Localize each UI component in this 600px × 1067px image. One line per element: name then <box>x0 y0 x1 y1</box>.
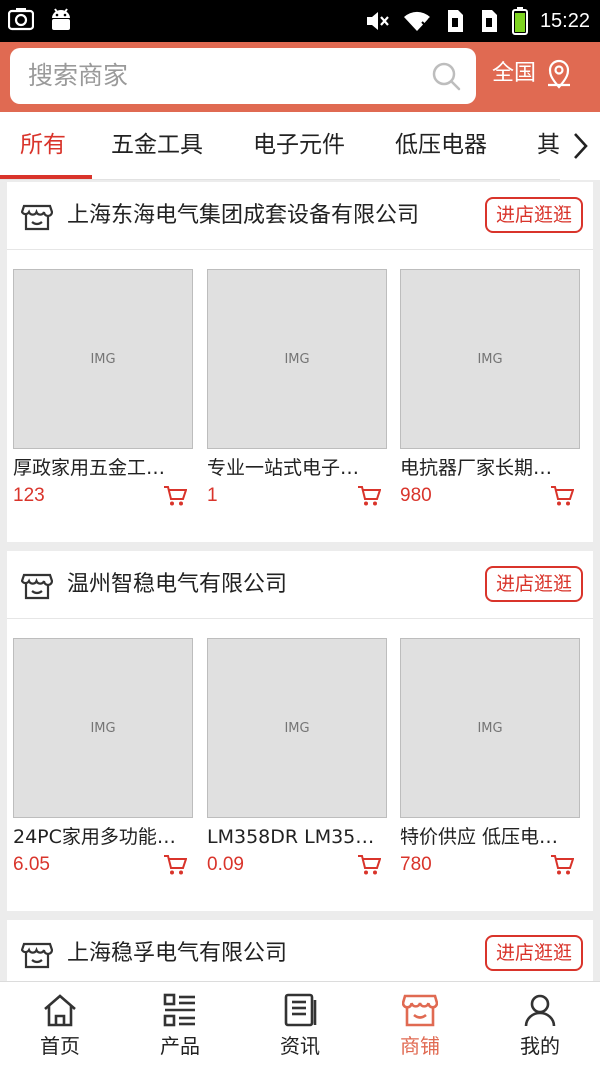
region-label: 全国 <box>492 61 537 86</box>
category-tabs: 所有 五金工具 电子元件 低压电器 其 <box>0 112 600 180</box>
product-price: 1 <box>207 485 218 506</box>
product-image[interactable]: IMG <box>400 269 580 449</box>
region-selector[interactable]: 全国 <box>492 56 574 92</box>
image-placeholder: IMG <box>400 638 580 818</box>
news-icon <box>284 993 317 1027</box>
cart-icon[interactable] <box>163 485 187 507</box>
nav-home[interactable]: 首页 <box>0 982 120 1067</box>
shop-icon <box>402 994 438 1027</box>
nav-shops[interactable]: 商铺 <box>360 982 480 1067</box>
tab-hardware-tools[interactable]: 五金工具 <box>111 112 203 179</box>
product-price: 123 <box>13 485 45 506</box>
nav-label: 产品 <box>160 1034 200 1058</box>
product-name: 专业一站式电子… <box>207 457 360 479</box>
tabs-scroll-button[interactable] <box>560 112 600 180</box>
shop-name: 上海稳孚电气有限公司 <box>67 941 288 966</box>
shop-name: 上海东海电气集团成套设备有限公司 <box>67 203 420 228</box>
product-item[interactable]: IMG 特价供应 低压电… 780 <box>400 638 580 875</box>
store-icon <box>21 942 53 969</box>
chevron-right-icon <box>574 133 588 159</box>
android-icon <box>52 8 70 30</box>
product-price: 980 <box>400 485 432 506</box>
product-item[interactable]: IMG 专业一站式电子… 1 <box>207 269 387 506</box>
product-list-icon <box>163 993 195 1027</box>
product-image[interactable]: IMG <box>207 638 387 818</box>
tab-other[interactable]: 其 <box>537 112 560 179</box>
bottom-navigation: 首页 产品 资讯 商铺 我的 <box>0 981 600 1067</box>
nav-products[interactable]: 产品 <box>120 982 240 1067</box>
product-image[interactable]: IMG <box>13 269 193 449</box>
image-placeholder: IMG <box>13 638 193 818</box>
store-icon <box>21 573 53 600</box>
product-item[interactable]: IMG LM358DR LM35… 0.09 <box>207 638 387 875</box>
nav-label: 首页 <box>40 1034 80 1058</box>
product-item[interactable]: IMG 电抗器厂家长期… 980 <box>400 269 580 506</box>
user-icon <box>524 994 556 1027</box>
product-name: 24PC家用多功能… <box>13 826 176 848</box>
product-item[interactable]: IMG 厚政家用五金工… 123 <box>13 269 193 506</box>
shop-name: 温州智稳电气有限公司 <box>67 572 288 597</box>
product-item[interactable]: IMG 24PC家用多功能… 6.05 <box>13 638 193 875</box>
header-bar: 搜索商家 全国 <box>0 42 600 112</box>
cart-icon[interactable] <box>357 485 381 507</box>
cart-icon[interactable] <box>357 854 381 876</box>
cart-icon[interactable] <box>163 854 187 876</box>
product-price: 780 <box>400 854 432 875</box>
image-placeholder: IMG <box>207 269 387 449</box>
nav-label: 我的 <box>520 1034 560 1058</box>
image-placeholder: IMG <box>400 269 580 449</box>
battery-icon <box>511 7 528 35</box>
visit-shop-button[interactable]: 进店逛逛 <box>485 935 583 971</box>
shop-card: 上海稳孚电气有限公司 进店逛逛 <box>7 920 593 981</box>
active-tab-indicator <box>0 175 92 179</box>
wifi-icon <box>403 11 431 31</box>
clock-time: 15:22 <box>539 10 590 32</box>
store-icon <box>21 204 53 231</box>
nav-news[interactable]: 资讯 <box>240 982 360 1067</box>
search-icon[interactable] <box>430 60 462 92</box>
home-icon <box>44 994 76 1027</box>
tab-all[interactable]: 所有 <box>20 112 66 179</box>
tab-low-voltage[interactable]: 低压电器 <box>395 112 487 179</box>
visit-shop-button[interactable]: 进店逛逛 <box>485 566 583 602</box>
nav-label: 商铺 <box>400 1034 440 1058</box>
search-input[interactable]: 搜索商家 <box>10 48 476 104</box>
search-placeholder: 搜索商家 <box>28 61 129 90</box>
location-pin-icon <box>548 59 571 89</box>
screenshot-icon <box>8 8 34 31</box>
product-name: LM358DR LM35… <box>207 826 375 848</box>
tab-electronic-components[interactable]: 电子元件 <box>253 112 345 179</box>
product-name: 电抗器厂家长期… <box>400 457 553 479</box>
shop-card: 温州智稳电气有限公司 进店逛逛 IMG 24PC家用多功能… 6.05 IMG … <box>7 551 593 911</box>
product-image[interactable]: IMG <box>207 269 387 449</box>
sim1-icon <box>447 10 463 32</box>
visit-shop-button[interactable]: 进店逛逛 <box>485 197 583 233</box>
shop-header[interactable]: 上海东海电气集团成套设备有限公司 进店逛逛 <box>7 182 593 250</box>
cart-icon[interactable] <box>550 485 574 507</box>
nav-profile[interactable]: 我的 <box>480 982 600 1067</box>
shop-header[interactable]: 温州智稳电气有限公司 进店逛逛 <box>7 551 593 619</box>
product-price: 0.09 <box>207 854 244 875</box>
shop-header[interactable]: 上海稳孚电气有限公司 进店逛逛 <box>7 920 593 981</box>
sim2-icon <box>481 10 497 32</box>
status-bar: 15:22 <box>0 0 600 42</box>
product-price: 6.05 <box>13 854 50 875</box>
cart-icon[interactable] <box>550 854 574 876</box>
image-placeholder: IMG <box>13 269 193 449</box>
image-placeholder: IMG <box>207 638 387 818</box>
product-name: 特价供应 低压电… <box>400 826 559 848</box>
product-name: 厚政家用五金工… <box>13 457 166 479</box>
product-image[interactable]: IMG <box>13 638 193 818</box>
shop-card: 上海东海电气集团成套设备有限公司 进店逛逛 IMG 厚政家用五金工… 123 I… <box>7 182 593 542</box>
mute-icon <box>366 12 389 30</box>
product-image[interactable]: IMG <box>400 638 580 818</box>
nav-label: 资讯 <box>280 1034 320 1058</box>
